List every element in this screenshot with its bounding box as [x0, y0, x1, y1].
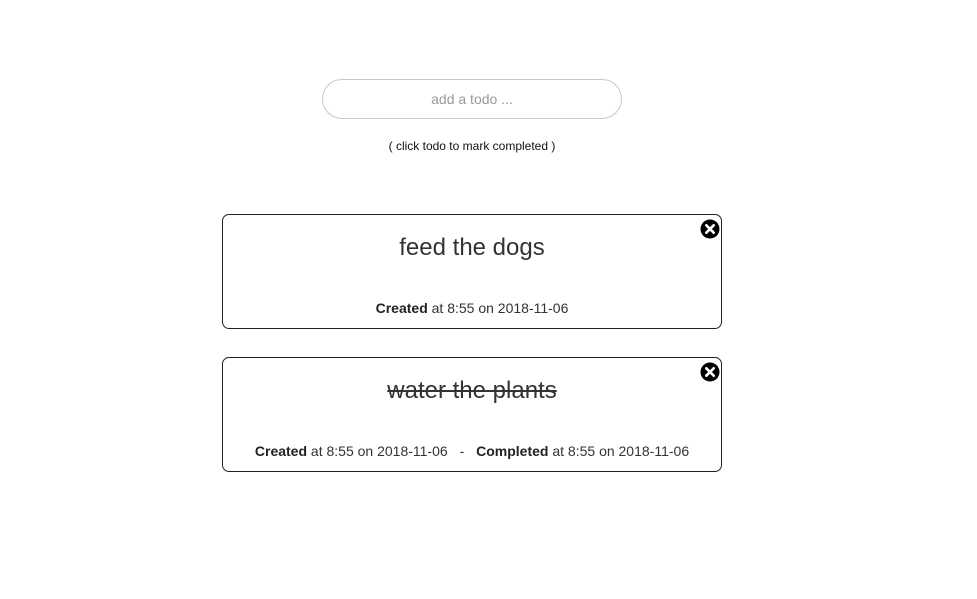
completed-label: Completed [476, 443, 549, 459]
todo-title[interactable]: water the plants [223, 377, 721, 405]
todo-timestamps: Created at 8:55 on 2018-11-06 [223, 300, 721, 317]
delete-todo-button[interactable] [700, 362, 720, 382]
todo-card-water-the-plants[interactable]: water the plants Created at 8:55 on 2018… [222, 357, 722, 472]
close-circle-icon [700, 219, 720, 239]
timestamp-separator: - [459, 443, 465, 459]
created-label: Created [375, 300, 428, 316]
created-time: at 8:55 on 2018-11-06 [431, 300, 569, 316]
todo-card-feed-the-dogs[interactable]: feed the dogs Created at 8:55 on 2018-11… [222, 214, 722, 329]
todo-timestamps: Created at 8:55 on 2018-11-06 - Complete… [223, 443, 721, 460]
add-todo-input[interactable] [322, 79, 622, 119]
delete-todo-button[interactable] [700, 219, 720, 239]
hint-text: ( click todo to mark completed ) [388, 139, 556, 153]
completed-time: at 8:55 on 2018-11-06 [552, 443, 690, 459]
created-label: Created [254, 443, 308, 459]
created-time: at 8:55 on 2018-11-06 [310, 443, 448, 459]
todo-title[interactable]: feed the dogs [223, 234, 721, 262]
close-circle-icon [700, 362, 720, 382]
